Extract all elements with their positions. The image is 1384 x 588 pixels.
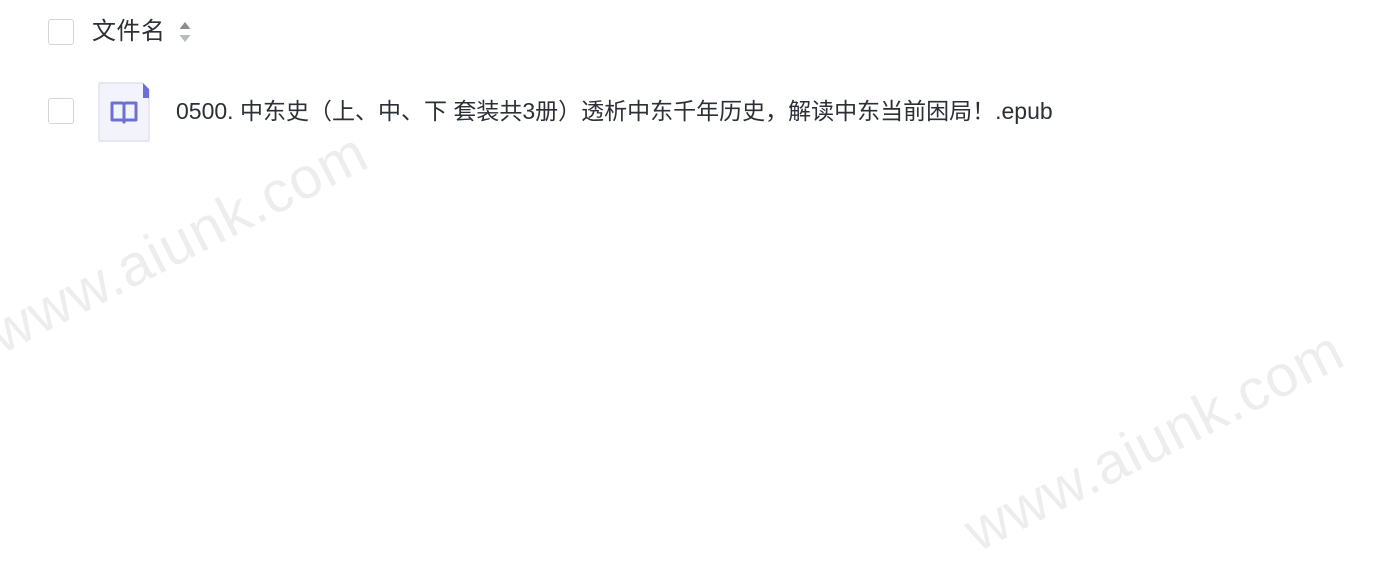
sort-updown-icon[interactable]: [178, 20, 192, 44]
file-row-checkbox[interactable]: [48, 98, 74, 124]
file-name-link[interactable]: 0500. 中东史（上、中、下 套装共3册）透析中东千年历史，解读中东当前困局！…: [176, 96, 1053, 126]
file-row[interactable]: 0500. 中东史（上、中、下 套装共3册）透析中东千年历史，解读中东当前困局！…: [0, 80, 1384, 144]
file-list-page: 文件名 0500. 中东史（上、中、下 套装共3册）透析中东千年历史，解读中东当…: [0, 0, 1384, 588]
watermark-text: www.aiunk.com: [954, 317, 1355, 565]
watermark-text: www.aiunk.com: [0, 119, 379, 367]
book-icon: [98, 82, 150, 142]
filename-column-header[interactable]: 文件名: [92, 16, 166, 48]
select-all-checkbox[interactable]: [48, 19, 74, 45]
file-list-header: 文件名: [0, 0, 1384, 66]
